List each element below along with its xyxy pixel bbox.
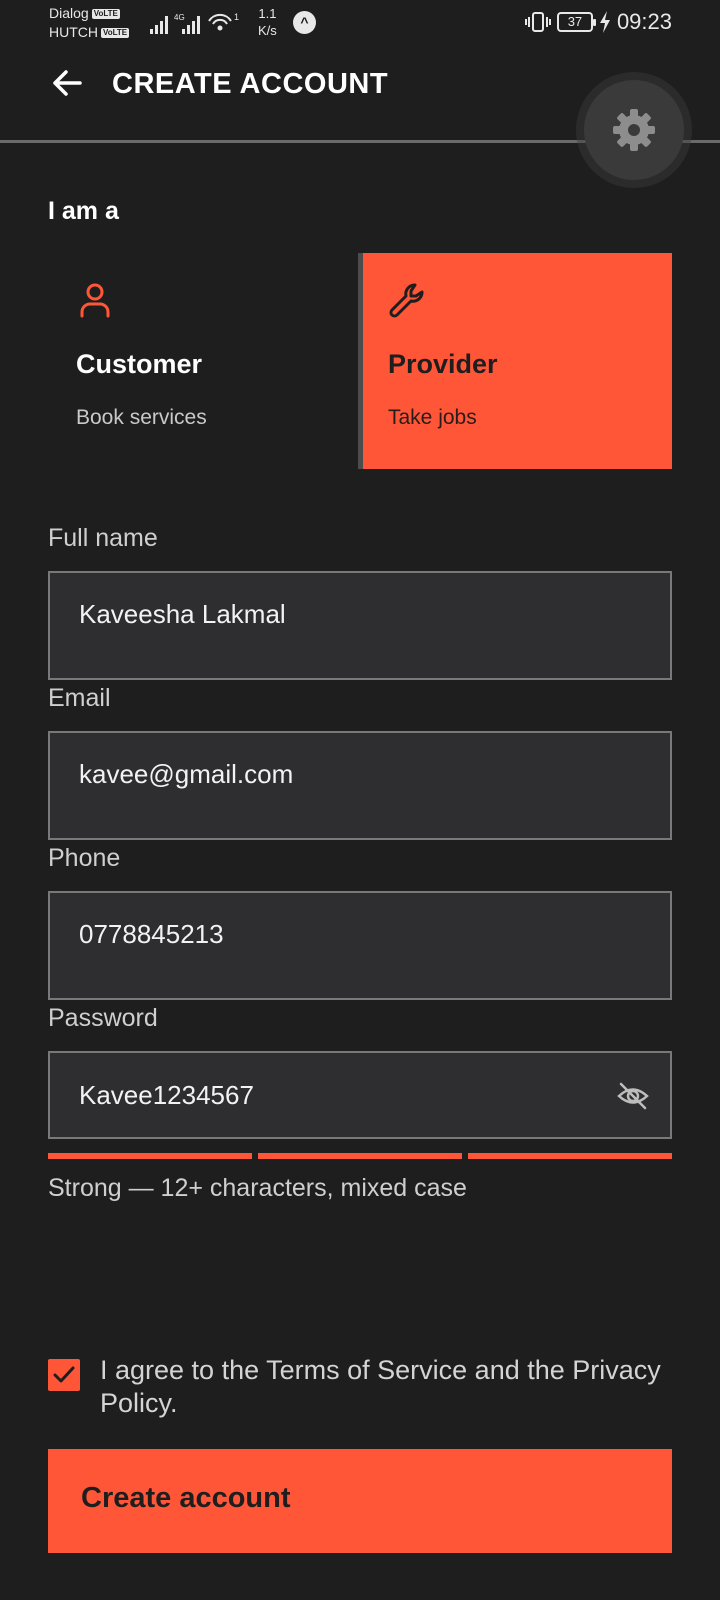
person-icon [80, 283, 110, 318]
password-value: Kavee1234567 [79, 1080, 254, 1110]
create-account-label: Create account [81, 1482, 291, 1514]
full-name-label: Full name [48, 524, 158, 552]
strength-segment [468, 1153, 672, 1159]
gear-icon [613, 109, 655, 151]
phone-field[interactable]: 0778845213 [48, 891, 672, 1000]
role-subtitle: Take jobs [388, 406, 477, 429]
role-title: Provider [388, 349, 498, 379]
terms-checkbox[interactable] [48, 1359, 80, 1391]
network-speed: 1.1 K/s [258, 5, 277, 39]
phone-value: 0778845213 [79, 919, 224, 949]
role-option-provider[interactable]: Provider Take jobs [358, 253, 672, 469]
volte-badge: VoLTE [101, 28, 130, 39]
volte-badge: VoLTE [91, 9, 120, 20]
password-label: Password [48, 1004, 158, 1032]
app-indicator-icon: ^ [293, 11, 316, 34]
vibrate-icon [524, 12, 551, 32]
phone-label: Phone [48, 844, 121, 872]
email-label: Email [48, 684, 111, 712]
email-value: kavee@gmail.com [79, 759, 294, 789]
strength-segment [48, 1153, 252, 1159]
page-title: CREATE ACCOUNT [112, 68, 389, 100]
carrier-1: Dialog [49, 5, 89, 21]
speed-unit: K/s [258, 23, 277, 38]
carrier-2: HUTCH [49, 24, 98, 40]
full-name-value: Kaveesha Lakmal [79, 599, 286, 629]
strength-segment [258, 1153, 462, 1159]
password-strength-text: Strong — 12+ characters, mixed case [48, 1174, 467, 1202]
eye-off-icon[interactable] [616, 1079, 650, 1113]
arrow-left-icon[interactable] [50, 66, 84, 100]
settings-button[interactable] [584, 80, 684, 180]
network-type: 4G [174, 13, 185, 22]
role-title: Customer [76, 349, 203, 379]
signal-icon: 4G 1 [150, 12, 239, 34]
password-field[interactable]: Kavee1234567 [48, 1051, 672, 1139]
status-bar: Dialog VoLTE HUTCH VoLTE 4G 1 1.1 K/s ^ 37… [0, 0, 720, 48]
hotspot-count: 1 [234, 12, 239, 22]
clock: 09:23 [616, 9, 672, 34]
terms-text: I agree to the Terms of Service and the … [100, 1355, 661, 1418]
charging-icon [599, 11, 610, 33]
role-subtitle: Book services [76, 406, 207, 429]
speed-value: 1.1 [258, 6, 277, 21]
create-account-button[interactable]: Create account [48, 1449, 672, 1553]
wrench-icon [389, 283, 424, 318]
email-field[interactable]: kavee@gmail.com [48, 731, 672, 840]
battery-icon: 37 [556, 12, 596, 32]
role-option-customer[interactable]: Customer Book services [48, 253, 358, 469]
check-icon [53, 1366, 75, 1383]
carrier-info: Dialog VoLTE HUTCH VoLTE [49, 4, 130, 42]
full-name-field[interactable]: Kaveesha Lakmal [48, 571, 672, 680]
role-heading: I am a [48, 197, 119, 225]
